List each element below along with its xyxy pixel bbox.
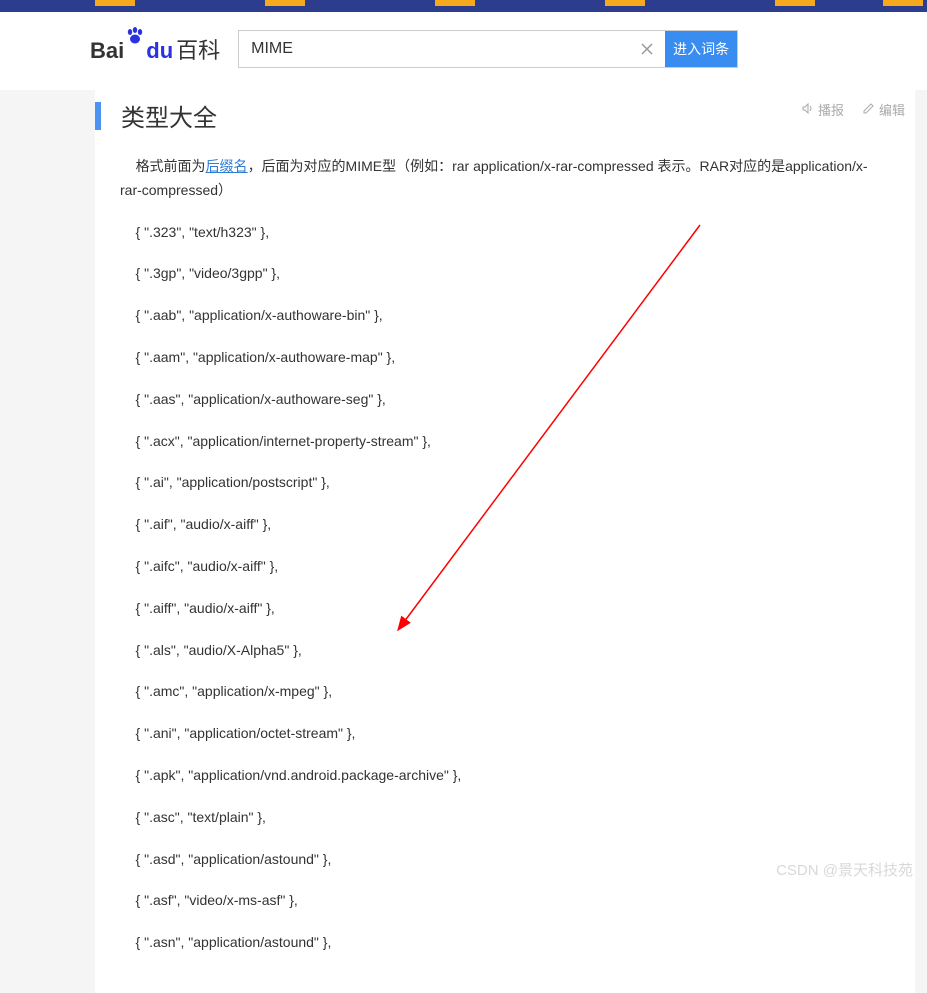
- search-input[interactable]: [239, 31, 629, 67]
- logo-text-baike: 百科: [176, 33, 220, 65]
- pencil-icon: [862, 102, 875, 118]
- mime-entry: { ".aam", "application/x-authoware-map" …: [120, 346, 885, 370]
- content-area: 类型大全 播报 编辑: [95, 90, 915, 993]
- search-button[interactable]: 进入词条: [665, 31, 737, 67]
- edit-label: 编辑: [879, 100, 905, 119]
- logo-text-du: du: [146, 38, 173, 64]
- mime-entry: { ".asf", "video/x-ms-asf" },: [120, 889, 885, 913]
- mime-entry: { ".aifc", "audio/x-aiff" },: [120, 555, 885, 579]
- intro-prefix: 格式前面为: [136, 158, 206, 174]
- mime-entry: { ".ai", "application/postscript" },: [120, 471, 885, 495]
- content-body: 格式前面为后缀名，后面为对应的MIME型（例如：rar application/…: [95, 133, 915, 955]
- mime-entry: { ".aab", "application/x-authoware-bin" …: [120, 304, 885, 328]
- section-title: 类型大全: [121, 98, 217, 133]
- mime-entry: { ".323", "text/h323" },: [120, 221, 885, 245]
- section-header: 类型大全 播报 编辑: [95, 90, 915, 133]
- nav-marker: [605, 0, 645, 6]
- search-container: 进入词条: [238, 30, 738, 68]
- clear-icon[interactable]: [629, 31, 665, 67]
- section-accent-bar: [95, 102, 101, 130]
- suffix-name-link[interactable]: 后缀名: [206, 158, 248, 174]
- mime-entry: { ".asd", "application/astound" },: [120, 848, 885, 872]
- mime-entry: { ".aif", "audio/x-aiff" },: [120, 513, 885, 537]
- nav-marker: [775, 0, 815, 6]
- intro-paragraph: 格式前面为后缀名，后面为对应的MIME型（例如：rar application/…: [120, 155, 885, 203]
- nav-marker: [265, 0, 305, 6]
- mime-entry: { ".als", "audio/X-Alpha5" },: [120, 639, 885, 663]
- logo-paw-icon: [125, 26, 145, 51]
- mime-list: { ".323", "text/h323" }, { ".3gp", "vide…: [120, 221, 885, 955]
- mime-entry: { ".aas", "application/x-authoware-seg" …: [120, 388, 885, 412]
- top-nav-bar: [0, 0, 927, 12]
- baidu-baike-logo[interactable]: Bai du 百科: [90, 33, 220, 65]
- mime-entry: { ".asc", "text/plain" },: [120, 806, 885, 830]
- mime-entry: { ".ani", "application/octet-stream" },: [120, 722, 885, 746]
- mime-entry: { ".apk", "application/vnd.android.packa…: [120, 764, 885, 788]
- mime-entry: { ".aiff", "audio/x-aiff" },: [120, 597, 885, 621]
- edit-button[interactable]: 编辑: [862, 100, 905, 119]
- nav-marker: [883, 0, 923, 6]
- broadcast-label: 播报: [818, 100, 844, 119]
- broadcast-button[interactable]: 播报: [801, 100, 844, 119]
- mime-entry: { ".amc", "application/x-mpeg" },: [120, 680, 885, 704]
- mime-entry: { ".asn", "application/astound" },: [120, 931, 885, 955]
- section-actions: 播报 编辑: [801, 100, 905, 119]
- mime-entry: { ".3gp", "video/3gpp" },: [120, 262, 885, 286]
- logo-text-bai: Bai: [90, 38, 124, 64]
- header: Bai du 百科 进入词条: [0, 12, 927, 90]
- nav-marker: [95, 0, 135, 6]
- nav-marker: [435, 0, 475, 6]
- mime-entry: { ".acx", "application/internet-property…: [120, 430, 885, 454]
- speaker-icon: [801, 102, 814, 118]
